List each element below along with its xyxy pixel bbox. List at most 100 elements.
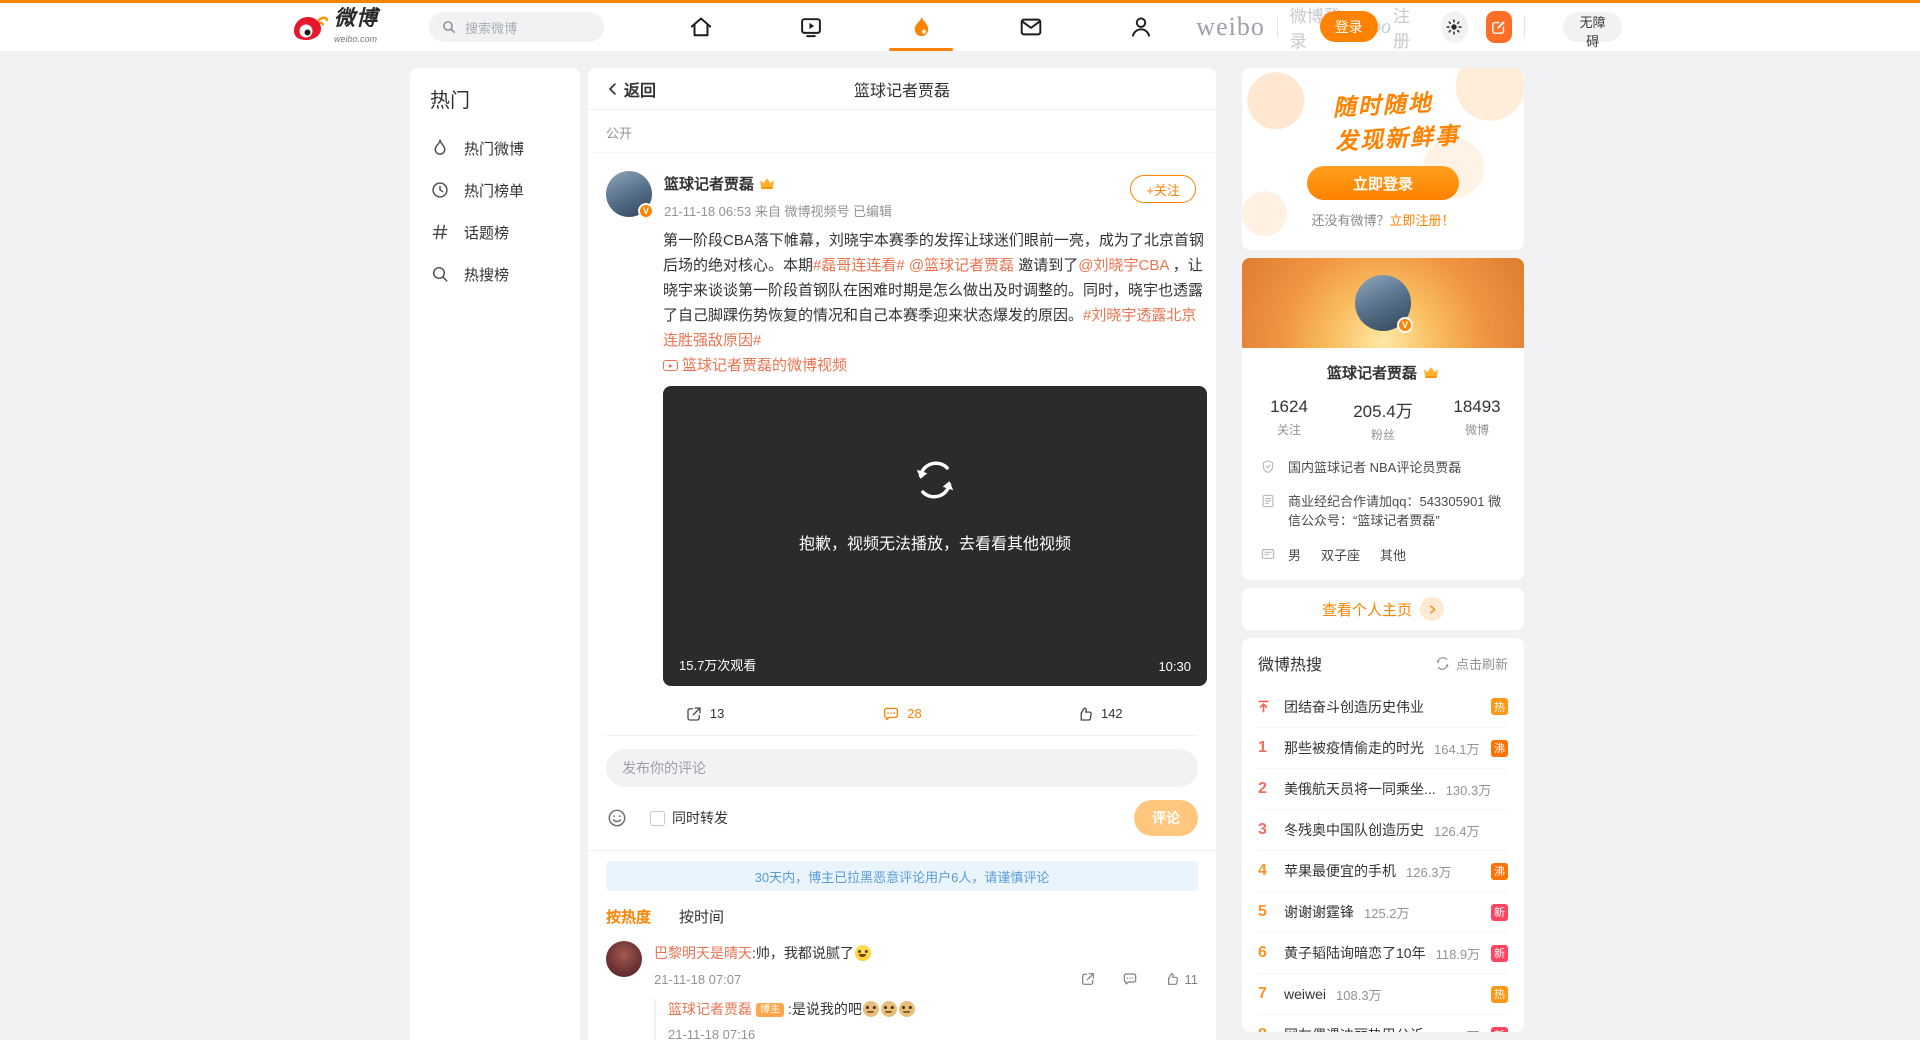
weibo-logo[interactable]: 微博 weibo.com: [292, 9, 413, 45]
hot-search-item[interactable]: 4苹果最便宜的手机126.3万沸: [1258, 850, 1508, 891]
sidebar-item-hot-search[interactable]: 热搜榜: [430, 253, 580, 295]
commenter-name[interactable]: 巴黎明天是晴天: [654, 945, 752, 961]
divider: [1277, 16, 1278, 38]
hash-icon: [430, 222, 450, 242]
comment-input[interactable]: 发布你的评论: [606, 749, 1198, 787]
tab-sort-by-hot[interactable]: 按热度: [606, 906, 651, 927]
nav-home[interactable]: [646, 3, 756, 51]
login-now-button[interactable]: 立即登录: [1307, 166, 1459, 200]
post-link[interactable]: #磊哥连连看#: [813, 257, 905, 274]
commenter-avatar[interactable]: [606, 941, 642, 977]
back-button[interactable]: 返回: [604, 77, 656, 101]
author-avatar[interactable]: V: [606, 171, 652, 217]
comment-like-button[interactable]: 11: [1164, 971, 1199, 987]
stat-following[interactable]: 1624 关注: [1242, 397, 1336, 443]
post-video-link[interactable]: 篮球记者贾磊的微博视频: [663, 357, 847, 374]
reply-time: 21-11-18 07:16: [668, 1027, 1198, 1040]
login-button[interactable]: 登录: [1320, 11, 1378, 42]
hot-search-item[interactable]: 1那些被疫情偷走的时光164.1万沸: [1258, 727, 1508, 768]
laugh-emoji: [855, 945, 871, 961]
author-name[interactable]: 篮球记者贾磊: [664, 173, 754, 194]
accessibility-button[interactable]: 无障碍: [1563, 12, 1622, 42]
hot-search-count: 126.3万: [1406, 862, 1452, 881]
stat-followers[interactable]: 205.4万 粉丝: [1336, 397, 1430, 443]
hot-search-rank: 6: [1258, 944, 1284, 962]
hot-search-item[interactable]: 7weiwei108.3万热: [1258, 973, 1508, 1014]
nav-profile[interactable]: [1086, 3, 1196, 51]
sidebar-item-topic-ranking[interactable]: 话题榜: [430, 211, 580, 253]
hot-search-label: 团结奋斗创造历史伟业: [1284, 697, 1424, 717]
profile-avatar[interactable]: V: [1355, 275, 1411, 331]
register-now-link[interactable]: 立即注册！: [1390, 213, 1455, 228]
slogan-line2: 发现新鲜事: [1334, 116, 1461, 156]
follow-button[interactable]: +关注: [1130, 175, 1196, 203]
stat-posts[interactable]: 18493 微博: [1430, 397, 1524, 443]
chevron-left-icon: [604, 80, 622, 98]
hot-search-label: 那些被疫情偷走的时光: [1284, 738, 1424, 758]
hot-search-item[interactable]: 团结奋斗创造历史伟业热: [1258, 686, 1508, 727]
hot-search-count: 125.2万: [1364, 903, 1410, 922]
comment-share-button[interactable]: [1080, 971, 1096, 987]
comment-reply-button[interactable]: [1122, 971, 1138, 987]
submit-comment-button[interactable]: 评论: [1134, 800, 1198, 836]
chevron-right-icon: [1420, 597, 1444, 621]
share-button[interactable]: 13: [606, 705, 803, 723]
checkbox[interactable]: [650, 811, 665, 826]
sidebar-item-hot-weibo[interactable]: 热门微博: [430, 127, 580, 169]
theme-toggle-button[interactable]: [1441, 11, 1468, 43]
divider: [1524, 16, 1525, 38]
search-input[interactable]: 搜索微博: [429, 12, 604, 42]
share-icon: [685, 705, 703, 723]
hot-search-item[interactable]: 3冬残奥中国队创造历史126.4万: [1258, 809, 1508, 850]
slogan-logo: 随时随地 发现新鲜事: [1306, 82, 1460, 158]
share-count: 13: [710, 706, 724, 721]
hot-search-count: 108.3万: [1336, 985, 1382, 1004]
compose-button[interactable]: [1486, 11, 1513, 43]
hot-search-list: 团结奋斗创造历史伟业热1那些被疫情偷走的时光164.1万沸2美俄航天员将一同乘坐…: [1242, 686, 1524, 1032]
emoji-picker-button[interactable]: [606, 807, 628, 829]
flame-icon: [908, 14, 935, 41]
sidebar-item-hot-ranking[interactable]: 热门榜单: [430, 169, 580, 211]
nav-video[interactable]: [756, 3, 866, 51]
view-profile-button[interactable]: 查看个人主页: [1242, 588, 1524, 630]
document-icon: [1260, 493, 1276, 509]
hot-search-item[interactable]: 8网友偶遇迪丽热巴公诉103.5万新: [1258, 1014, 1508, 1032]
post: V 篮球记者贾磊 21-11-18 06:53 来自 微博视频号 已编辑 +关注…: [588, 153, 1216, 736]
post-text: 第一阶段CBA落下帷幕，刘晓宇本赛季的发挥让球迷们眼前一亮，成为了北京首钢后场的…: [663, 228, 1207, 378]
sidebar-item-label: 话题榜: [464, 222, 509, 243]
hot-search-rank: 7: [1258, 985, 1284, 1003]
profile-card: V 篮球记者贾磊 1624 关注 205.4万 粉丝 1849: [1242, 258, 1524, 580]
weibo-eye-icon: [292, 10, 328, 44]
post-link[interactable]: @篮球记者贾磊: [909, 257, 1014, 274]
comment-button[interactable]: 28: [803, 705, 1000, 723]
id-card-icon: [1260, 546, 1276, 562]
hot-search-rank: 8: [1258, 1026, 1284, 1032]
hot-search-item[interactable]: 2美俄航天员将一同乘坐...130.3万: [1258, 768, 1508, 809]
doge-emoji: [899, 1001, 915, 1017]
stat-label: 粉丝: [1336, 426, 1430, 443]
clock-icon: [430, 180, 450, 200]
profile-business-row: 商业经纪合作请加qq：543305901 微信公众号：“篮球记者贾磊”: [1260, 492, 1506, 530]
refresh-hot-search-button[interactable]: 点击刷新: [1435, 654, 1508, 673]
nav-hot[interactable]: [866, 3, 976, 51]
stat-value: 1624: [1242, 397, 1336, 417]
sun-icon: [1445, 18, 1463, 36]
tab-sort-by-time[interactable]: 按时间: [679, 906, 724, 927]
hot-search-title: 微博热搜: [1258, 651, 1322, 675]
replier-name[interactable]: 篮球记者贾磊: [668, 1001, 752, 1017]
hot-search-item[interactable]: 5谢谢谢霆锋125.2万新: [1258, 891, 1508, 932]
profile-name[interactable]: 篮球记者贾磊: [1327, 362, 1417, 383]
video-player[interactable]: 抱歉，视频无法播放，去看看其他视频 15.7万次观看 10:30: [663, 386, 1207, 686]
nav-messages[interactable]: [976, 3, 1086, 51]
hot-search-item[interactable]: 6黄子韬陆询暗恋了10年118.9万新: [1258, 932, 1508, 973]
repost-checkbox[interactable]: 同时转发: [650, 808, 728, 828]
stat-label: 微博: [1430, 421, 1524, 438]
post-link[interactable]: @刘晓宇CBA: [1078, 257, 1168, 274]
hot-sidebar: 热门 热门微博 热门榜单 话题榜 热搜榜: [410, 68, 580, 1040]
sidebar-title: 热门: [430, 84, 580, 113]
doge-emoji: [881, 1001, 897, 1017]
like-button[interactable]: 142: [1001, 705, 1198, 723]
right-rail: 随时随地 发现新鲜事 立即登录 还没有微博？立即注册！ V 篮球记者贾磊: [1242, 68, 1524, 1040]
visibility-label: 公开: [588, 110, 1216, 153]
comment-bubble-icon: [882, 705, 900, 723]
